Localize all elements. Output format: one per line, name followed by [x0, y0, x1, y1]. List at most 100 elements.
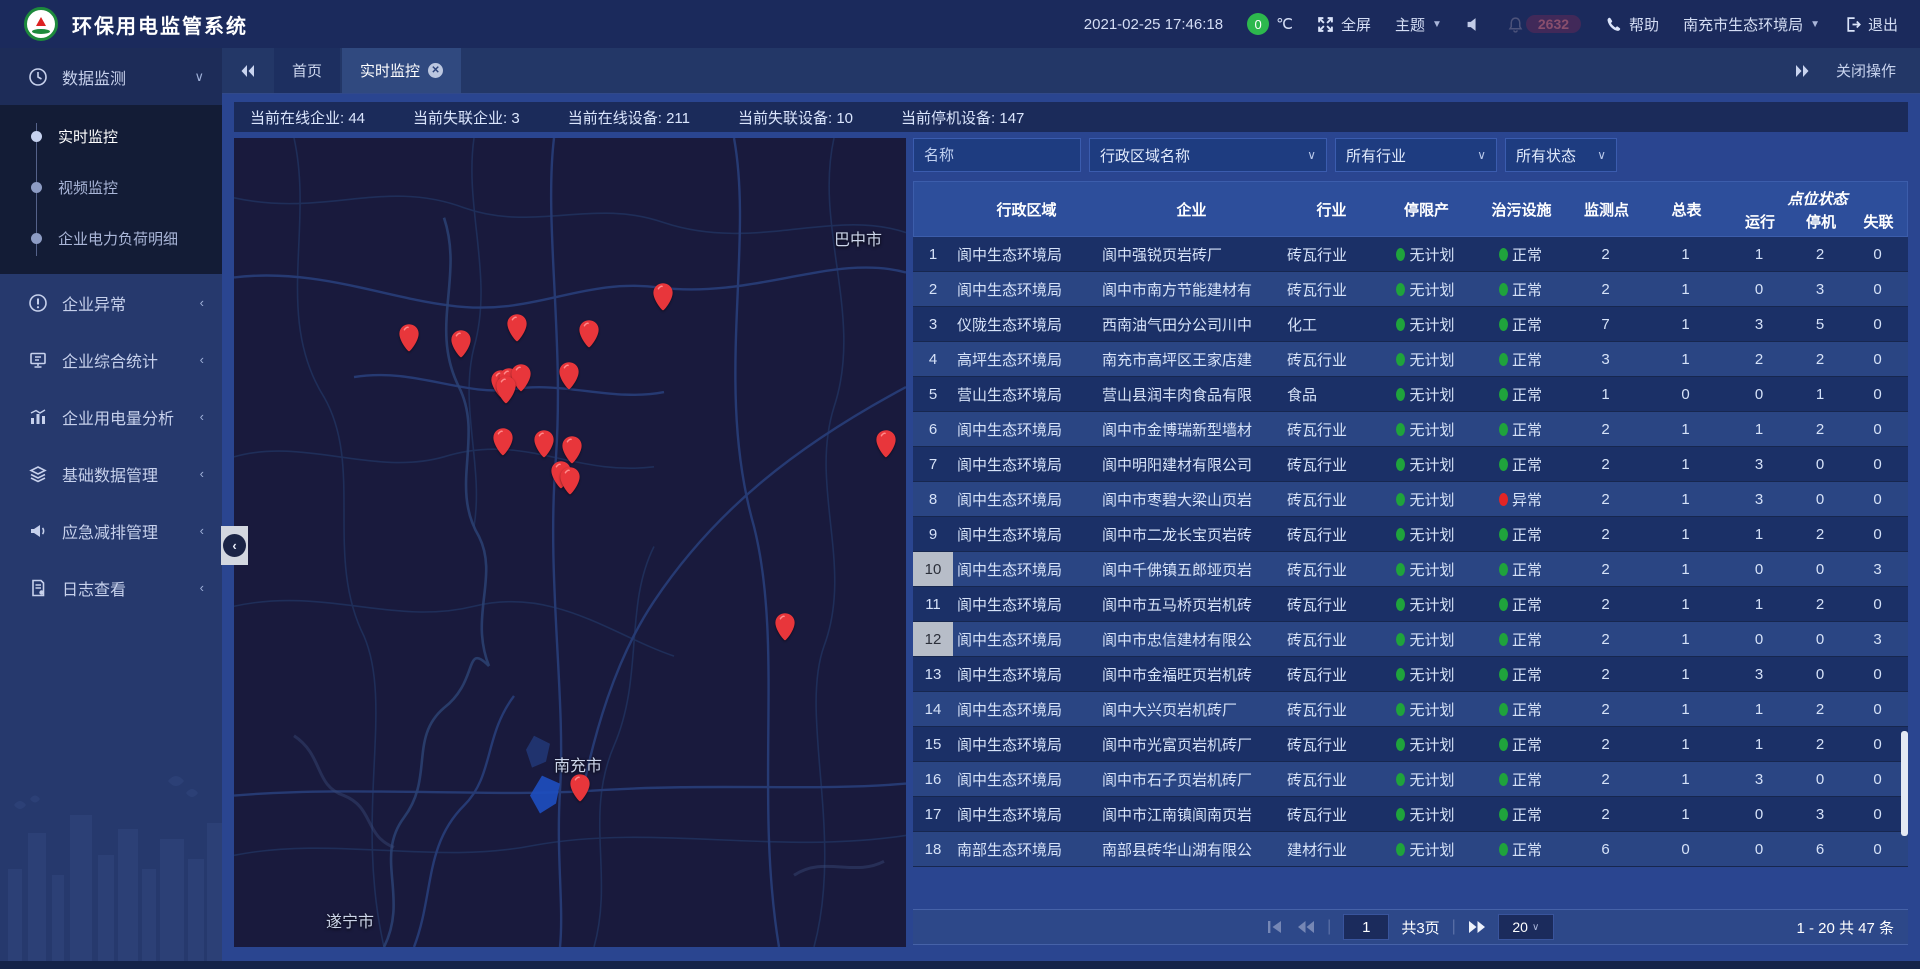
previous-page-button[interactable] — [1297, 920, 1315, 934]
table-row[interactable]: 17阆中生态环境局阆中市江南镇阆南页岩砖瓦行业无计划正常21030 — [913, 797, 1908, 832]
cell-total-meter: 1 — [1643, 517, 1728, 551]
sidebar-item-enterprise-abnormal[interactable]: 企业异常‹ — [0, 274, 222, 331]
table-row[interactable]: 12阆中生态环境局阆中市忠信建材有限公砖瓦行业无计划正常21003 — [913, 622, 1908, 657]
table-row[interactable]: 18南部生态环境局南部县砖华山湖有限公建材行业无计划正常60060 — [913, 832, 1908, 867]
status-dot-icon — [1396, 283, 1405, 296]
app-logo — [24, 7, 58, 41]
table-row[interactable]: 11阆中生态环境局阆中市五马桥页岩机砖砖瓦行业无计划正常21120 — [913, 587, 1908, 622]
page-size-select[interactable]: 20 ∨ — [1498, 914, 1554, 940]
map-pin[interactable] — [533, 429, 555, 459]
status-dot-icon — [1396, 493, 1405, 506]
map-pin[interactable] — [492, 427, 514, 457]
sidebar-subitem-realtime-monitor[interactable]: 实时监控 — [0, 111, 222, 162]
map-pin[interactable] — [450, 329, 472, 359]
sidebar-submenu: 实时监控视频监控企业电力负荷明细 — [0, 105, 222, 274]
notifications-button[interactable]: 2632 — [1507, 15, 1581, 33]
sidebar-item-enterprise-stats[interactable]: 企业综合统计‹ — [0, 331, 222, 388]
cell-monitor-points: 2 — [1568, 727, 1643, 761]
map-pin[interactable] — [569, 773, 591, 803]
cell-region: 阆中生态环境局 — [953, 657, 1098, 691]
cell-running: 2 — [1728, 342, 1790, 376]
cell-total-meter: 1 — [1643, 727, 1728, 761]
map-pin[interactable] — [774, 612, 796, 642]
first-page-button[interactable] — [1267, 920, 1285, 934]
sidebar-subitem-video-monitor[interactable]: 视频监控 — [0, 162, 222, 213]
table-row[interactable]: 13阆中生态环境局阆中市金福旺页岩机砖砖瓦行业无计划正常21300 — [913, 657, 1908, 692]
industry-filter-select[interactable]: 所有行业 ∨ — [1335, 138, 1497, 172]
cell-total-meter: 1 — [1643, 622, 1728, 656]
status-dot-icon — [1499, 388, 1508, 401]
map-pin[interactable] — [559, 466, 581, 496]
cell-pollution-facility: 正常 — [1473, 237, 1568, 271]
cell-industry: 食品 — [1283, 377, 1378, 411]
fullscreen-button[interactable]: 全屏 — [1317, 14, 1371, 35]
map-pin[interactable] — [506, 313, 528, 343]
tab-realtime-monitor[interactable]: 实时监控 ✕ — [342, 48, 461, 93]
cell-monitor-points: 2 — [1568, 447, 1643, 481]
name-filter-input[interactable] — [913, 138, 1081, 172]
cell-stopped: 3 — [1790, 797, 1850, 831]
sidebar-item-base-data[interactable]: 基础数据管理‹ — [0, 445, 222, 502]
sidebar-item-power-analysis[interactable]: 企业用电量分析‹ — [0, 388, 222, 445]
city-skyline-watermark — [0, 771, 222, 961]
region-filter-select[interactable]: 行政区域名称 ∨ — [1089, 138, 1327, 172]
map-pin[interactable] — [875, 429, 897, 459]
map-pin[interactable] — [495, 375, 517, 405]
table-row[interactable]: 1阆中生态环境局阆中强锐页岩砖厂砖瓦行业无计划正常21120 — [913, 237, 1908, 272]
map-canvas[interactable]: 巴中市南充市遂宁市 ‹ — [234, 138, 906, 947]
table-row[interactable]: 14阆中生态环境局阆中大兴页岩机砖厂砖瓦行业无计划正常21120 — [913, 692, 1908, 727]
cell-running: 1 — [1728, 237, 1790, 271]
cell-region: 阆中生态环境局 — [953, 797, 1098, 831]
megaphone-icon — [28, 521, 48, 541]
table-row[interactable]: 4高坪生态环境局南充市高坪区王家店建砖瓦行业无计划正常31220 — [913, 342, 1908, 377]
last-page-button[interactable] — [1469, 921, 1485, 933]
status-filter-select[interactable]: 所有状态 ∨ — [1505, 138, 1617, 172]
cell-disconnected: 0 — [1850, 377, 1905, 411]
close-tab-icon[interactable]: ✕ — [428, 63, 443, 78]
row-index: 4 — [913, 342, 953, 376]
map-pin[interactable] — [558, 361, 580, 391]
sidebar-item-log-view[interactable]: 日志查看‹ — [0, 559, 222, 616]
help-button[interactable]: 帮助 — [1605, 14, 1659, 35]
column-group-point-status: 点位状态运行停机失联 — [1729, 182, 1906, 236]
sidebar-item-emergency-reduction[interactable]: 应急减排管理‹ — [0, 502, 222, 559]
table-row[interactable]: 7阆中生态环境局阆中明阳建材有限公司砖瓦行业无计划正常21300 — [913, 447, 1908, 482]
sidebar-subitem-power-load-detail[interactable]: 企业电力负荷明细 — [0, 213, 222, 264]
table-row[interactable]: 15阆中生态环境局阆中市光富页岩机砖厂砖瓦行业无计划正常21120 — [913, 727, 1908, 762]
status-dot-icon — [1396, 353, 1405, 366]
table-row[interactable]: 6阆中生态环境局阆中市金博瑞新型墙材砖瓦行业无计划正常21120 — [913, 412, 1908, 447]
map-pin[interactable] — [652, 282, 674, 312]
status-dot-icon — [1396, 598, 1405, 611]
map-panel-collapse-button[interactable]: ‹ — [221, 526, 248, 565]
sound-toggle-button[interactable] — [1466, 16, 1483, 33]
table-row[interactable]: 9阆中生态环境局阆中市二龙长宝页岩砖砖瓦行业无计划正常21120 — [913, 517, 1908, 552]
cell-production-limit: 无计划 — [1378, 517, 1473, 551]
tabs-scroll-left-button[interactable] — [222, 48, 274, 93]
theme-menu[interactable]: 主题 ▼ — [1395, 14, 1442, 35]
chevron-down-icon: ▼ — [1432, 19, 1442, 30]
table-row[interactable]: 5营山生态环境局营山县润丰肉食品有限食品无计划正常10010 — [913, 377, 1908, 412]
map-pin[interactable] — [398, 323, 420, 353]
stat-label: 当前在线企业: — [250, 110, 344, 127]
cell-production-limit: 无计划 — [1378, 727, 1473, 761]
next-page-button[interactable] — [1468, 920, 1486, 934]
cell-disconnected: 0 — [1850, 657, 1905, 691]
map-pin[interactable] — [578, 319, 600, 349]
org-user-menu[interactable]: 南充市生态环境局 ▼ — [1683, 14, 1820, 35]
table-row[interactable]: 8阆中生态环境局阆中市枣碧大梁山页岩砖瓦行业无计划异常21300 — [913, 482, 1908, 517]
tab-home[interactable]: 首页 — [274, 48, 340, 93]
cell-region: 阆中生态环境局 — [953, 412, 1098, 446]
table-row[interactable]: 10阆中生态环境局阆中千佛镇五郎垭页岩砖瓦行业无计划正常21003 — [913, 552, 1908, 587]
cell-production-limit: 无计划 — [1378, 762, 1473, 796]
sidebar-item-data-monitor[interactable]: 数据监测∨ — [0, 48, 222, 105]
vertical-scrollbar-thumb[interactable] — [1901, 731, 1908, 836]
double-chevron-right-icon[interactable] — [1794, 64, 1810, 78]
logout-button[interactable]: 退出 — [1844, 14, 1898, 35]
status-dot-icon — [1499, 423, 1508, 436]
table-row[interactable]: 2阆中生态环境局阆中市南方节能建材有砖瓦行业无计划正常21030 — [913, 272, 1908, 307]
table-row[interactable]: 16阆中生态环境局阆中市石子页岩机砖厂砖瓦行业无计划正常21300 — [913, 762, 1908, 797]
close-operations-button[interactable]: 关闭操作 — [1836, 60, 1896, 81]
page-number-input[interactable] — [1343, 914, 1389, 940]
table-row[interactable]: 3仪陇生态环境局西南油气田分公司川中化工无计划正常71350 — [913, 307, 1908, 342]
cell-stopped: 0 — [1790, 552, 1850, 586]
